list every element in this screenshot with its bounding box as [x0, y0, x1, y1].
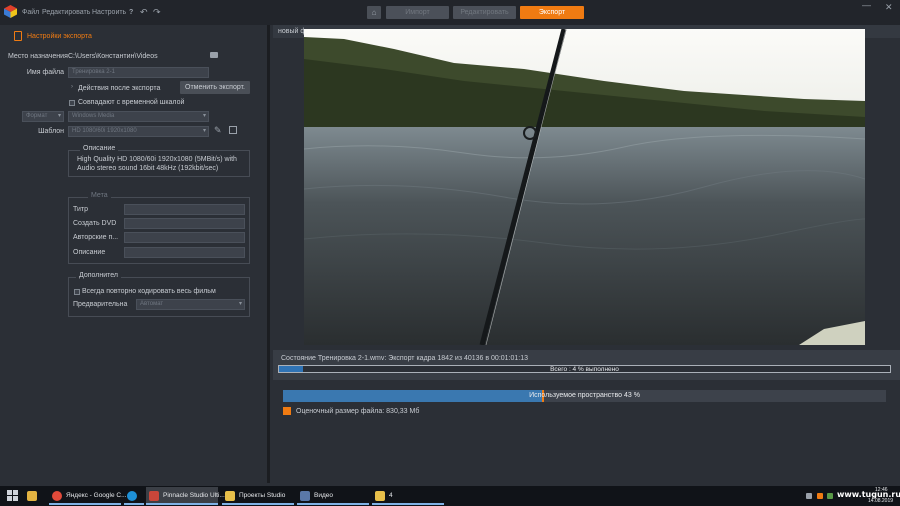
tab-export[interactable]: Экспорт: [520, 6, 584, 19]
description-text: High Quality HD 1080/60i 1920x1080 (5MBi…: [77, 156, 237, 172]
taskbar-folder-4[interactable]: 4: [372, 487, 444, 505]
clock-time[interactable]: 12:46: [875, 487, 888, 493]
menu-edit[interactable]: Редактировать: [42, 9, 90, 16]
meta-dvd-label: Создать DVD: [73, 220, 117, 227]
edit-template-icon[interactable]: ✎: [214, 125, 222, 136]
extra-group-title: Дополнител: [76, 272, 121, 279]
meta-description-label: Описание: [73, 249, 106, 256]
export-progress-text: Всего : 4 % выполнено: [550, 366, 619, 373]
meta-author-label: Авторские п...: [73, 234, 119, 241]
chrome-icon: [52, 491, 62, 501]
preview-render-label: Предварительна: [73, 301, 128, 308]
taskbar-studio-projects-label: Проекты Studio: [239, 492, 286, 499]
meta-dvd-input[interactable]: [124, 218, 245, 229]
top-bar: [0, 0, 900, 25]
tray-app-icon[interactable]: [817, 493, 823, 499]
taskbar-folder-4-label: 4: [389, 492, 393, 499]
save-template-icon[interactable]: [229, 126, 237, 134]
disk-space-text: Используемое пространство 43 %: [529, 392, 640, 399]
destination-value: C:\Users\Константин\Videos: [68, 53, 158, 60]
taskbar-studio-projects[interactable]: Проекты Studio: [222, 487, 294, 505]
match-timeline-label: Совпадают с временной шкалой: [78, 99, 185, 106]
preview-label: новый ф: [278, 28, 307, 35]
meta-author-input[interactable]: [124, 232, 245, 243]
after-export-label: Действия после экспорта: [78, 85, 161, 92]
export-settings-icon: [14, 31, 22, 41]
menu-file[interactable]: Файл: [22, 9, 39, 16]
collapse-arrow-icon[interactable]: ›: [71, 84, 73, 90]
menu-settings[interactable]: Настроить: [92, 9, 126, 16]
extra-group: [68, 277, 250, 317]
folder-icon: [225, 491, 235, 501]
meta-title-label: Титр: [73, 206, 88, 213]
windows-start-button[interactable]: [7, 490, 18, 501]
close-button[interactable]: ✕: [885, 2, 893, 13]
filename-input[interactable]: Тренировка 2-1: [68, 67, 209, 78]
folder-icon[interactable]: [210, 52, 218, 58]
taskbar-pinnacle-label: Pinnacle Studio Ulti...: [163, 492, 225, 499]
taskbar-pinnacle[interactable]: Pinnacle Studio Ulti...: [146, 487, 225, 505]
tray-network-icon[interactable]: [827, 493, 833, 499]
tray-chevron-icon[interactable]: [806, 493, 812, 499]
clock-date[interactable]: 14.08.2019: [868, 498, 893, 504]
preview-render-select[interactable]: Автомат: [136, 299, 245, 310]
skype-icon: [127, 491, 137, 501]
meta-group-title: Мета: [88, 192, 111, 199]
format-type-select[interactable]: Windows Media: [68, 111, 209, 122]
description-group-title: Описание: [80, 145, 119, 152]
section-title: Настройки экспорта: [27, 33, 92, 40]
taskbar-file-explorer[interactable]: [24, 487, 46, 505]
destination-label: Место назначения: [8, 53, 68, 60]
reencode-checkbox[interactable]: [74, 289, 80, 295]
tab-edit[interactable]: Редактировать: [453, 6, 516, 19]
taskbar-skype[interactable]: [124, 487, 144, 505]
match-timeline-checkbox[interactable]: [69, 100, 75, 106]
format-select[interactable]: Формат: [22, 111, 64, 122]
help-icon[interactable]: ?: [129, 9, 133, 16]
taskbar-chrome[interactable]: Яндекс - Google C...: [49, 487, 127, 505]
cancel-export-button[interactable]: Отменить экспорт.: [180, 81, 250, 94]
undo-icon[interactable]: ↶: [140, 7, 148, 18]
file-explorer-icon: [27, 491, 37, 501]
video-frame-image: [304, 29, 865, 345]
minimize-button[interactable]: —: [862, 0, 871, 10]
filename-label: Имя файла: [26, 69, 64, 76]
video-app-icon: [300, 491, 310, 501]
disk-space-bar: Используемое пространство 43 %: [283, 390, 886, 402]
taskbar-chrome-label: Яндекс - Google C...: [66, 492, 127, 499]
template-select[interactable]: HD 1080/60i 1920x1080: [68, 126, 209, 137]
folder-icon: [375, 491, 385, 501]
pinnacle-icon: [149, 491, 159, 501]
export-status-text: Состояние Тренировка 2-1.wmv: Экспорт ка…: [281, 355, 529, 362]
home-icon: ⌂: [371, 8, 377, 17]
pinnacle-logo-icon: [4, 5, 17, 18]
file-size-swatch: [283, 407, 291, 415]
reencode-label: Всегда повторно кодировать весь фильм: [82, 288, 216, 295]
taskbar-video-label: Видео: [314, 492, 333, 499]
meta-description-input[interactable]: [124, 247, 245, 258]
meta-title-input[interactable]: [124, 204, 245, 215]
export-progress-bar: Всего : 4 % выполнено: [278, 365, 891, 373]
redo-icon[interactable]: ↷: [153, 7, 161, 18]
estimated-file-size: Оценочный размер файла: 830,33 Мб: [296, 408, 420, 415]
taskbar-video[interactable]: Видео: [297, 487, 369, 505]
home-button[interactable]: ⌂: [367, 6, 381, 19]
video-preview[interactable]: [304, 29, 865, 345]
tab-import[interactable]: Импорт: [386, 6, 449, 19]
template-label: Шаблон: [38, 128, 64, 135]
